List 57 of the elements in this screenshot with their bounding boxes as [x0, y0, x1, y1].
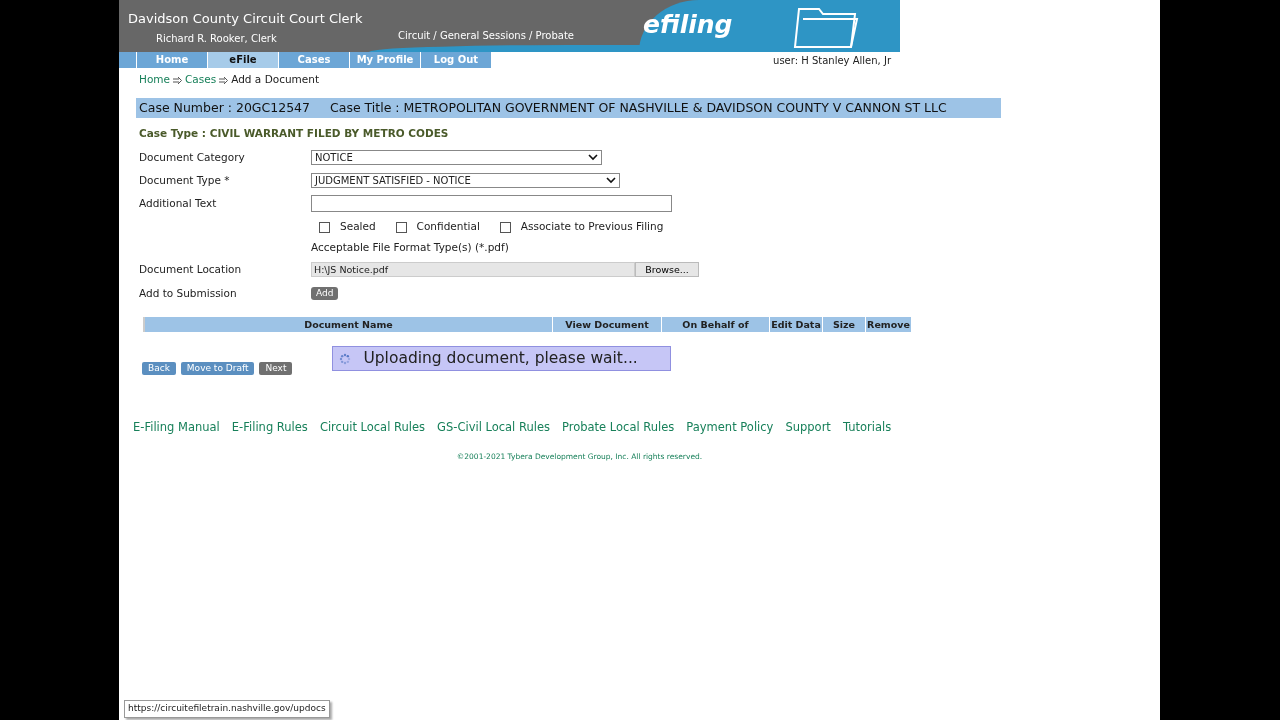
footer-link[interactable]: E-Filing Manual — [133, 419, 220, 437]
nav-tab[interactable]: My Profile — [350, 52, 420, 68]
field-label: Add to Submission — [139, 285, 238, 301]
footer-link[interactable]: Support — [785, 419, 831, 437]
folder-icon — [791, 5, 861, 49]
column-header: Edit Data — [770, 317, 822, 333]
brand-logo: efiling — [643, 9, 733, 41]
add-button[interactable]: Add — [311, 286, 339, 300]
nav-tab[interactable]: Home — [137, 52, 207, 68]
nav-tab[interactable]: Log Out — [421, 52, 491, 68]
case-title: Case Title : METROPOLITAN GOVERNMENT OF NASHVILLE & DAVIDSON COUNTY V CANNON ST LLC — [330, 99, 947, 117]
column-header: View Document — [553, 317, 661, 333]
footer-link[interactable]: GS-Civil Local Rules — [437, 419, 550, 437]
footer-link[interactable]: Probate Local Rules — [562, 419, 675, 437]
loading-text: Uploading document, please wait... — [363, 348, 638, 370]
spinner-icon — [339, 352, 352, 365]
clerk-name: Richard R. Rooker, Clerk — [156, 32, 277, 46]
checkbox-label: Associate to Previous Filing — [520, 219, 664, 235]
status-url-tooltip: https://circuitefiletrain.nashville.gov/updocs — [124, 700, 330, 718]
chevron-down-icon — [588, 154, 598, 162]
court-tagline: Circuit / General Sessions / Probate — [398, 29, 574, 43]
column-header: On Behalf of — [662, 317, 769, 333]
select-field[interactable]: JUDGMENT SATISFIED - NOTICE — [311, 172, 620, 188]
browse-button[interactable]: Browse... — [635, 262, 699, 278]
footer-link[interactable]: Payment Policy — [686, 419, 774, 437]
nav-tab[interactable]: Cases — [279, 52, 349, 68]
breadcrumb-link[interactable]: Cases — [185, 73, 217, 85]
breadcrumb-current: Add a Document — [231, 73, 320, 85]
checkbox-label: Sealed — [340, 219, 376, 235]
action-button[interactable]: Move to Draft — [180, 362, 255, 376]
case-number: Case Number : 20GC12547 — [139, 99, 311, 117]
file-path-field[interactable]: H:\JS Notice.pdf — [311, 262, 635, 278]
chevron-down-icon — [606, 176, 616, 184]
user-name: user: H Stanley Allen, Jr — [773, 54, 891, 68]
checkbox[interactable] — [319, 221, 330, 233]
site-title: Davidson County Circuit Court Clerk — [128, 10, 363, 28]
checkbox[interactable] — [395, 221, 407, 233]
text-field[interactable] — [311, 195, 672, 213]
action-button[interactable]: Back — [142, 362, 176, 376]
format-note: Acceptable File Format Type(s) (*.pdf) — [311, 240, 509, 255]
column-header: Size — [823, 317, 865, 333]
field-label: Additional Text — [139, 195, 218, 211]
select-field[interactable]: NOTICE — [311, 150, 602, 166]
nav-tab[interactable]: eFile — [208, 52, 278, 68]
checkbox[interactable] — [499, 221, 511, 233]
case-type: Case Type : CIVIL WARRANT FILED BY METRO CODES — [139, 126, 450, 141]
footer-link[interactable]: E-Filing Rules — [231, 419, 308, 437]
breadcrumb-link[interactable]: Home — [139, 73, 170, 85]
field-label: Document Category — [139, 149, 246, 165]
footer-link[interactable]: Circuit Local Rules — [319, 419, 426, 437]
column-header: Document Name — [145, 317, 552, 333]
column-header: Remove — [866, 317, 911, 333]
footer-link[interactable]: Tutorials — [842, 419, 892, 437]
field-label: Document Type * — [139, 172, 231, 188]
checkbox-label: Confidential — [416, 219, 480, 235]
field-label: Document Location — [139, 261, 243, 277]
nav-bar-cap — [119, 52, 136, 68]
